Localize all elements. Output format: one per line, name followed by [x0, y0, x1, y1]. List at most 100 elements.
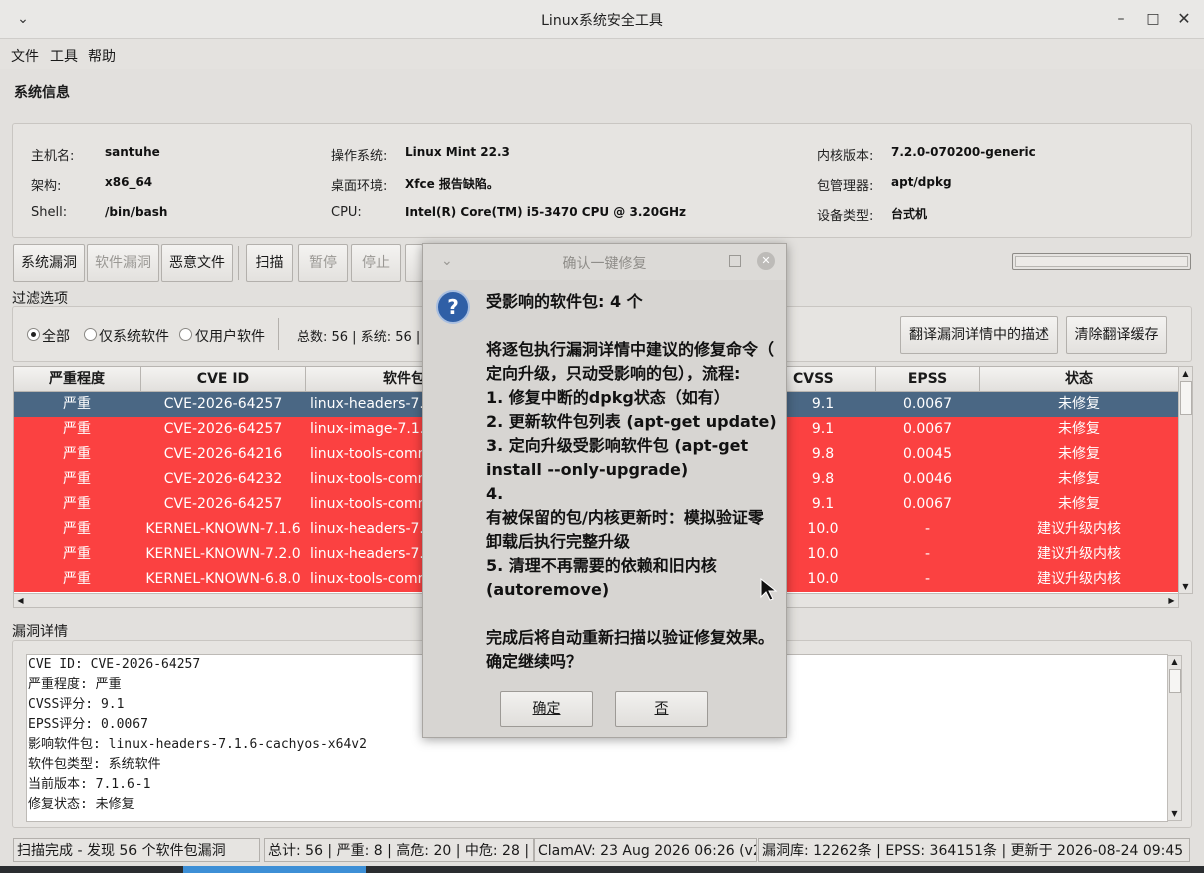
radio-user-only-label[interactable]: 仅用户软件: [195, 326, 265, 346]
cell-severity: 严重: [63, 471, 91, 487]
details-line: 修复状态: 未修复: [28, 797, 135, 812]
system-vuln-button[interactable]: 系统漏洞: [13, 244, 85, 282]
cell-status: 未修复: [1058, 396, 1100, 412]
scan-progress-bar: [1012, 253, 1191, 270]
dialog-maximize-icon[interactable]: [729, 255, 741, 267]
cell-cve-id: KERNEL-KNOWN-7.1.6: [145, 521, 301, 537]
hostname-label: 主机名:: [31, 149, 75, 164]
status-clamav: ClamAV: 23 Aug 2026 06:26 (v28101): [534, 838, 757, 862]
desktop-value: Xfce 报告缺陷。: [405, 177, 499, 191]
column-header-epss[interactable]: EPSS: [876, 367, 980, 392]
clear-translation-cache-button[interactable]: 清除翻译缓存: [1066, 316, 1167, 354]
cell-cvss: 10.0: [807, 571, 839, 587]
package-manager-label: 包管理器:: [817, 179, 874, 194]
kernel-value: 7.2.0-070200-generic: [891, 145, 1036, 159]
cell-severity: 严重: [63, 446, 91, 462]
dialog-close-icon[interactable]: ✕: [757, 252, 775, 270]
os-label: 操作系统:: [331, 149, 388, 164]
shell-value: /bin/bash: [105, 205, 168, 219]
cell-epss: 0.0045: [903, 446, 952, 462]
pause-button[interactable]: 暂停: [298, 244, 348, 282]
dialog-message-line: (autoremove): [486, 580, 610, 599]
dialog-message-line: 受影响的软件包: 4 个: [486, 292, 643, 311]
cell-cvss: 9.8: [811, 471, 835, 487]
column-header-status[interactable]: 状态: [980, 367, 1178, 392]
column-header-severity[interactable]: 严重程度: [14, 367, 141, 392]
dialog-message-line: 2. 更新软件包列表 (apt-get update): [486, 412, 777, 431]
system-info-heading: 系统信息: [14, 85, 70, 101]
filter-separator: [278, 318, 279, 350]
dialog-message-line: 定向升级，只动受影响的包），流程:: [486, 364, 741, 383]
dialog-message-line: 1. 修复中断的dpkg状态（如有）: [486, 388, 730, 407]
cell-status: 未修复: [1058, 496, 1100, 512]
cell-cvss: 9.8: [811, 446, 835, 462]
confirm-no-button[interactable]: 否: [615, 691, 708, 727]
cell-severity: 严重: [63, 521, 91, 537]
maximize-button[interactable]: □: [1142, 8, 1164, 30]
menu-help[interactable]: 帮助: [88, 46, 116, 66]
column-header-cve-id[interactable]: CVE ID: [141, 367, 306, 392]
cell-status: 建议升级内核: [1037, 546, 1121, 562]
kernel-label: 内核版本:: [817, 149, 874, 164]
table-vertical-scrollbar[interactable]: ▲ ▼: [1178, 366, 1193, 594]
malware-button[interactable]: 恶意文件: [161, 244, 233, 282]
dialog-message-line: 将逐包执行漏洞详情中建议的修复命令（: [486, 340, 775, 359]
device-type-label: 设备类型:: [817, 209, 874, 224]
dialog-message-line: 5. 清理不再需要的依赖和旧内核: [486, 556, 717, 575]
scrollbar-thumb[interactable]: [1180, 381, 1192, 415]
arch-label: 架构:: [31, 179, 62, 194]
radio-user-only[interactable]: [179, 328, 192, 341]
scroll-up-arrow-icon[interactable]: ▲: [1179, 367, 1192, 380]
cell-epss: 0.0067: [903, 421, 952, 437]
close-button[interactable]: ✕: [1173, 8, 1195, 30]
menu-bar: 文件 工具 帮助: [0, 39, 1204, 69]
details-scrollbar-thumb[interactable]: [1169, 669, 1181, 693]
details-scroll-down-icon[interactable]: ▼: [1168, 808, 1181, 820]
scroll-left-arrow-icon[interactable]: ◀: [14, 594, 27, 607]
toolbar-button-partial[interactable]: [405, 244, 423, 282]
dialog-message-line: [486, 314, 776, 338]
status-scan-result: 扫描完成 - 发现 56 个软件包漏洞: [13, 838, 260, 862]
menu-file[interactable]: 文件: [11, 46, 39, 66]
scan-button[interactable]: 扫描: [246, 244, 293, 282]
details-vertical-scrollbar[interactable]: ▲ ▼: [1167, 655, 1182, 821]
details-line: 软件包类型: 系统软件: [28, 757, 161, 772]
stop-button[interactable]: 停止: [351, 244, 401, 282]
cell-cve-id: KERNEL-KNOWN-6.8.0: [145, 571, 301, 587]
radio-all-label[interactable]: 全部: [42, 326, 70, 346]
cell-cve-id: CVE-2026-64257: [163, 496, 283, 512]
dialog-message-line: [486, 602, 776, 626]
device-type-value: 台式机: [891, 207, 928, 221]
desktop-label: 桌面环境:: [331, 179, 388, 194]
taskbar-active-item[interactable]: [183, 866, 366, 873]
scroll-right-arrow-icon[interactable]: ▶: [1165, 594, 1178, 607]
dialog-message: 受影响的软件包: 4 个将逐包执行漏洞详情中建议的修复命令（ 定向升级，只动受影响…: [486, 290, 777, 674]
software-vuln-button[interactable]: 软件漏洞: [87, 244, 159, 282]
cell-epss: 0.0067: [903, 396, 952, 412]
details-line: 当前版本: 7.1.6-1: [28, 777, 151, 792]
title-bar: ⌄ Linux系统安全工具 – □ ✕: [0, 0, 1204, 39]
menu-tools[interactable]: 工具: [50, 46, 78, 66]
translate-description-button[interactable]: 翻译漏洞详情中的描述: [900, 316, 1058, 354]
cell-severity: 严重: [63, 571, 91, 587]
confirm-ok-button[interactable]: 确定: [500, 691, 593, 727]
cell-severity: 严重: [63, 396, 91, 412]
cell-epss: 0.0046: [903, 471, 952, 487]
cell-status: 未修复: [1058, 446, 1100, 462]
radio-system-only-label[interactable]: 仅系统软件: [99, 326, 169, 346]
cvss-header-label: CVSS: [793, 371, 834, 387]
radio-system-only[interactable]: [84, 328, 97, 341]
details-scroll-up-icon[interactable]: ▲: [1168, 656, 1181, 668]
mouse-cursor-icon: [760, 578, 778, 601]
minimize-button[interactable]: –: [1110, 8, 1132, 30]
radio-all[interactable]: [27, 328, 40, 341]
cell-severity: 严重: [63, 546, 91, 562]
arch-value: x86_64: [105, 175, 153, 189]
cell-cvss: 9.1: [811, 396, 835, 412]
scroll-down-arrow-icon[interactable]: ▼: [1179, 580, 1192, 593]
filter-heading: 过滤选项: [12, 291, 68, 307]
cell-status: 建议升级内核: [1037, 571, 1121, 587]
cell-severity: 严重: [63, 421, 91, 437]
confirm-fix-dialog: ⌄ 确认一键修复 ✕ ? 受影响的软件包: 4 个将逐包执行漏洞详情中建议的修复…: [422, 243, 787, 738]
status-severity-counts: 总计: 56 | 严重: 8 | 高危: 20 | 中危: 28 | 低危: 0: [264, 838, 534, 862]
